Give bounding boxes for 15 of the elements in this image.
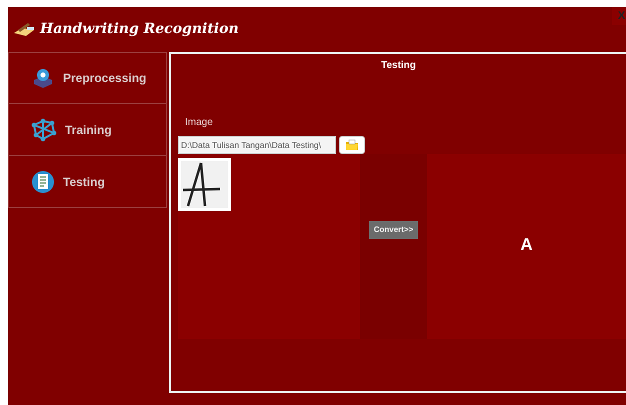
checklist-icon — [31, 170, 55, 194]
sidebar-item[interactable]: Preprocessing — [8, 52, 167, 104]
panel-title: Testing — [380, 59, 417, 73]
writing-icon — [12, 21, 36, 38]
image-label: Image — [185, 116, 213, 130]
convert-button[interactable]: Convert>> — [368, 221, 418, 239]
window-title: Handwriting Recognition — [40, 20, 239, 39]
path-field[interactable]: D:\Data Tulisan Tangan\Data Testing\ — [178, 136, 336, 154]
sidebar-item[interactable]: Testing — [8, 156, 167, 208]
folder-icon — [345, 139, 359, 151]
gear-icon — [31, 66, 55, 90]
network-icon — [31, 118, 57, 142]
result-text: A — [520, 234, 533, 256]
sidebar-item[interactable]: Training — [8, 104, 167, 156]
browse-button[interactable] — [339, 136, 365, 154]
